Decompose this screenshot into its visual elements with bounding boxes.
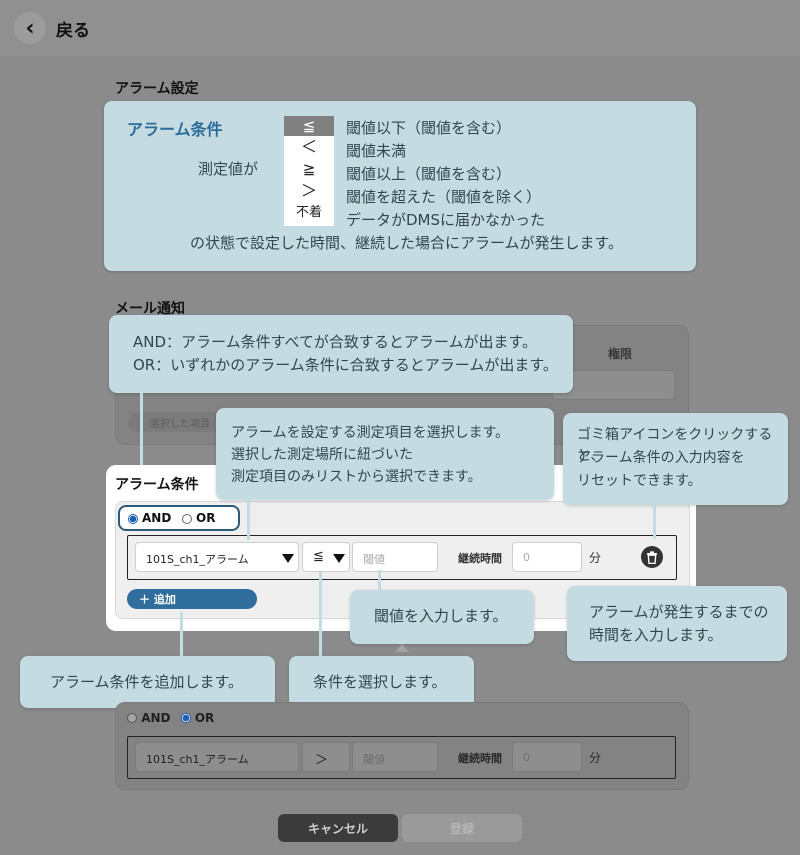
trash-icon[interactable] xyxy=(641,546,663,568)
caret-down-icon xyxy=(282,554,294,563)
duration-callout-line1: アラームが発生するまでの xyxy=(589,603,769,621)
operator-callout-text: 条件を選択します。 xyxy=(313,673,447,691)
threshold-callout-pointer xyxy=(378,570,381,590)
duration-placeholder: 0 xyxy=(523,551,530,564)
or-radio[interactable] xyxy=(182,514,192,524)
add-callout-pointer xyxy=(180,612,183,656)
operator-callout-pointer xyxy=(319,572,322,656)
item-callout-line2: 選択した測定場所に紐づいた xyxy=(231,447,413,463)
trash-callout: ゴミ箱アイコンをクリックすると、 アラーム条件の入力内容を リセットできます。 xyxy=(563,413,788,505)
alarm-settings-title: アラーム設定 xyxy=(115,81,199,97)
threshold-callout-text: 閾値を入力します。 xyxy=(374,607,508,625)
duration-label-2: 継続時間 xyxy=(458,752,502,765)
back-button[interactable]: ‹ xyxy=(14,12,46,44)
and-label-2: AND xyxy=(141,711,171,725)
logic-toggle-2: AND OR xyxy=(127,711,214,725)
chevron-left-icon: ‹ xyxy=(25,15,35,41)
trash-callout-pointer xyxy=(653,505,656,539)
logic-toggle: AND OR xyxy=(118,505,240,531)
condition-callout-title: アラーム条件 xyxy=(127,120,223,139)
measurement-item-value: 101S_ch1_アラーム xyxy=(146,553,249,566)
caret-down-icon xyxy=(333,554,345,563)
measurement-item-select-2[interactable]: 101S_ch1_アラーム xyxy=(135,742,299,772)
operator-list: ≦ ＜ ≧ ＞ 不着 xyxy=(284,116,334,226)
condition-explanation-callout: アラーム条件 測定値が ≦ ＜ ≧ ＞ 不着 閾値以下（閾値を含む） 閾値未満 … xyxy=(104,101,696,271)
operator-option: ＜ xyxy=(300,137,317,156)
operator-option: 不着 xyxy=(295,205,322,220)
and-label: AND xyxy=(142,511,172,525)
duration-callout: アラームが発生するまでの 時間を入力します。 xyxy=(567,586,787,661)
operator-option: ≧ xyxy=(302,160,316,178)
arrow-up-icon xyxy=(395,644,409,652)
item-callout-pointer xyxy=(247,500,250,540)
item-callout: アラームを設定する測定項目を選択します。 選択した測定場所に紐づいた 測定項目の… xyxy=(216,408,554,500)
add-callout: アラーム条件を追加します。 xyxy=(20,656,275,708)
and-radio-2[interactable] xyxy=(127,713,137,723)
operator-description: 閾値未満 xyxy=(346,142,407,160)
operator-description: データがDMSに届かなかった xyxy=(346,211,546,229)
permission-column-header: 権限 xyxy=(608,347,633,361)
operator-description: 閾値以上（閾値を含む） xyxy=(346,165,512,183)
trash-callout-line3: リセットできます。 xyxy=(577,473,702,489)
duration-unit-2: 分 xyxy=(589,751,602,765)
and-radio[interactable] xyxy=(128,514,138,524)
andor-callout-line1: AND：アラーム条件すべてが合致するとアラームが出ます。 xyxy=(133,333,537,351)
duration-input-2[interactable]: 0 xyxy=(512,742,582,772)
or-label-2: OR xyxy=(194,711,215,725)
andor-callout: AND：アラーム条件すべてが合致するとアラームが出ます。 OR：いずれかのアラー… xyxy=(109,315,573,393)
operator-option-selected: ≦ xyxy=(284,116,334,136)
threshold-input[interactable]: 閾値 xyxy=(352,542,438,572)
operator-value-2: ＞ xyxy=(315,753,329,768)
operator-value: ≦ xyxy=(313,549,324,564)
measured-value-label: 測定値が xyxy=(198,160,259,178)
or-label: OR xyxy=(196,511,216,525)
operator-select-2[interactable]: ＞ xyxy=(302,742,350,772)
back-label[interactable]: 戻る xyxy=(56,16,90,41)
alarm-condition-title: アラーム条件 xyxy=(115,477,199,493)
operator-callout: 条件を選択します。 xyxy=(289,656,474,708)
threshold-placeholder: 閾値 xyxy=(363,553,385,566)
threshold-placeholder-2: 閾値 xyxy=(363,753,385,766)
measurement-item-select[interactable]: 101S_ch1_アラーム xyxy=(135,542,299,572)
duration-unit: 分 xyxy=(589,551,602,565)
operator-option: ＞ xyxy=(300,181,317,200)
andor-callout-line2: OR：いずれかのアラーム条件に合致するとアラームが出ます。 xyxy=(133,356,558,374)
operator-description: 閾値以下（閾値を含む） xyxy=(346,119,512,137)
item-callout-line1: アラームを設定する測定項目を選択します。 xyxy=(231,425,510,441)
operator-description: 閾値を超えた（閾値を除く） xyxy=(346,188,542,206)
duration-input[interactable]: 0 xyxy=(512,542,582,572)
add-condition-button[interactable]: ＋ 追加 xyxy=(127,589,257,609)
duration-label: 継続時間 xyxy=(458,552,502,565)
threshold-input-2[interactable]: 閾値 xyxy=(352,742,438,772)
duration-placeholder-2: 0 xyxy=(523,751,530,764)
selected-items-chip[interactable]: 選択した項目 xyxy=(128,412,228,432)
trash-callout-line2: アラーム条件の入力内容を xyxy=(577,450,745,466)
cancel-button[interactable]: キャンセル xyxy=(278,814,398,842)
or-radio-2[interactable] xyxy=(180,713,191,723)
operator-select[interactable]: ≦ xyxy=(302,542,350,572)
measurement-item-value-2: 101S_ch1_アラーム xyxy=(146,753,249,766)
item-callout-line3: 測定項目のみリストから選択できます。 xyxy=(231,469,482,485)
top-bar xyxy=(0,0,800,56)
register-button[interactable]: 登録 xyxy=(402,814,522,842)
add-callout-text: アラーム条件を追加します。 xyxy=(50,673,244,691)
duration-callout-line2: 時間を入力します。 xyxy=(589,626,723,644)
condition-callout-footer: の状態で設定した時間、継続した場合にアラームが発生します。 xyxy=(190,234,624,252)
selected-items-hint: 選択した項目 xyxy=(150,419,210,430)
threshold-callout: 閾値を入力します。 xyxy=(350,590,534,644)
